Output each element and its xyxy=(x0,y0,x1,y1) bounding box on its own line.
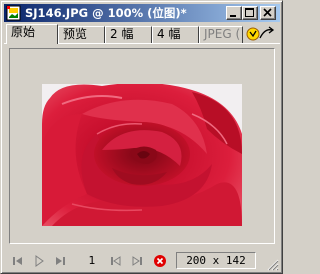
next-frame-button[interactable] xyxy=(129,253,145,269)
rose-picture xyxy=(42,84,242,226)
optimize-export-button[interactable] xyxy=(245,25,275,43)
tab-label: 预览 xyxy=(63,27,88,41)
tab-preview[interactable]: 预览 xyxy=(58,26,105,43)
optimize-export-icon xyxy=(246,26,275,41)
frame-number: 1 xyxy=(88,254,96,267)
next-frame-icon xyxy=(132,256,142,266)
tab-4-up[interactable]: 4 幅 xyxy=(152,26,199,43)
resize-grip-icon xyxy=(267,259,279,271)
tab-label: 原始 xyxy=(11,25,36,39)
image-size-readout: 200 x 142 xyxy=(176,252,256,269)
tab-format[interactable]: JPEG ( xyxy=(199,26,243,43)
last-frame-icon xyxy=(56,257,65,265)
minimize-button[interactable] xyxy=(226,6,242,20)
maximize-button[interactable] xyxy=(242,6,258,20)
close-icon xyxy=(263,8,272,17)
first-frame-button[interactable] xyxy=(10,253,26,269)
window-title: SJ146.JPG @ 100% (位图)* xyxy=(25,6,187,20)
play-button[interactable] xyxy=(31,253,47,269)
tab-label: 2 幅 xyxy=(110,27,134,41)
minimize-icon xyxy=(230,15,236,17)
tab-2-up[interactable]: 2 幅 xyxy=(105,26,152,43)
status-bar: 1 200 x 142 xyxy=(4,250,280,272)
last-frame-button[interactable] xyxy=(52,253,68,269)
tab-label: 4 幅 xyxy=(157,27,181,41)
document-content xyxy=(4,43,280,247)
canvas-area[interactable] xyxy=(9,48,275,244)
resize-grip[interactable] xyxy=(267,259,279,271)
tab-label: JPEG ( xyxy=(204,27,241,41)
previous-frame-icon xyxy=(111,256,121,266)
first-frame-icon xyxy=(13,257,22,265)
stop-icon xyxy=(154,255,166,267)
view-tabs: 原始 预览 2 幅 4 幅 JPEG ( xyxy=(4,23,280,45)
close-button[interactable] xyxy=(260,6,276,20)
rose-image[interactable] xyxy=(42,84,242,226)
play-icon xyxy=(35,255,44,267)
tab-original[interactable]: 原始 xyxy=(6,24,58,44)
document-window: SJ146.JPG @ 100% (位图)* 原始 预览 2 幅 4 幅 JPE… xyxy=(0,0,283,274)
maximize-icon xyxy=(245,8,254,17)
title-bar[interactable]: SJ146.JPG @ 100% (位图)* xyxy=(4,4,280,22)
fireworks-document-icon[interactable] xyxy=(6,5,22,21)
stop-button[interactable] xyxy=(152,253,168,269)
previous-frame-button[interactable] xyxy=(108,253,124,269)
